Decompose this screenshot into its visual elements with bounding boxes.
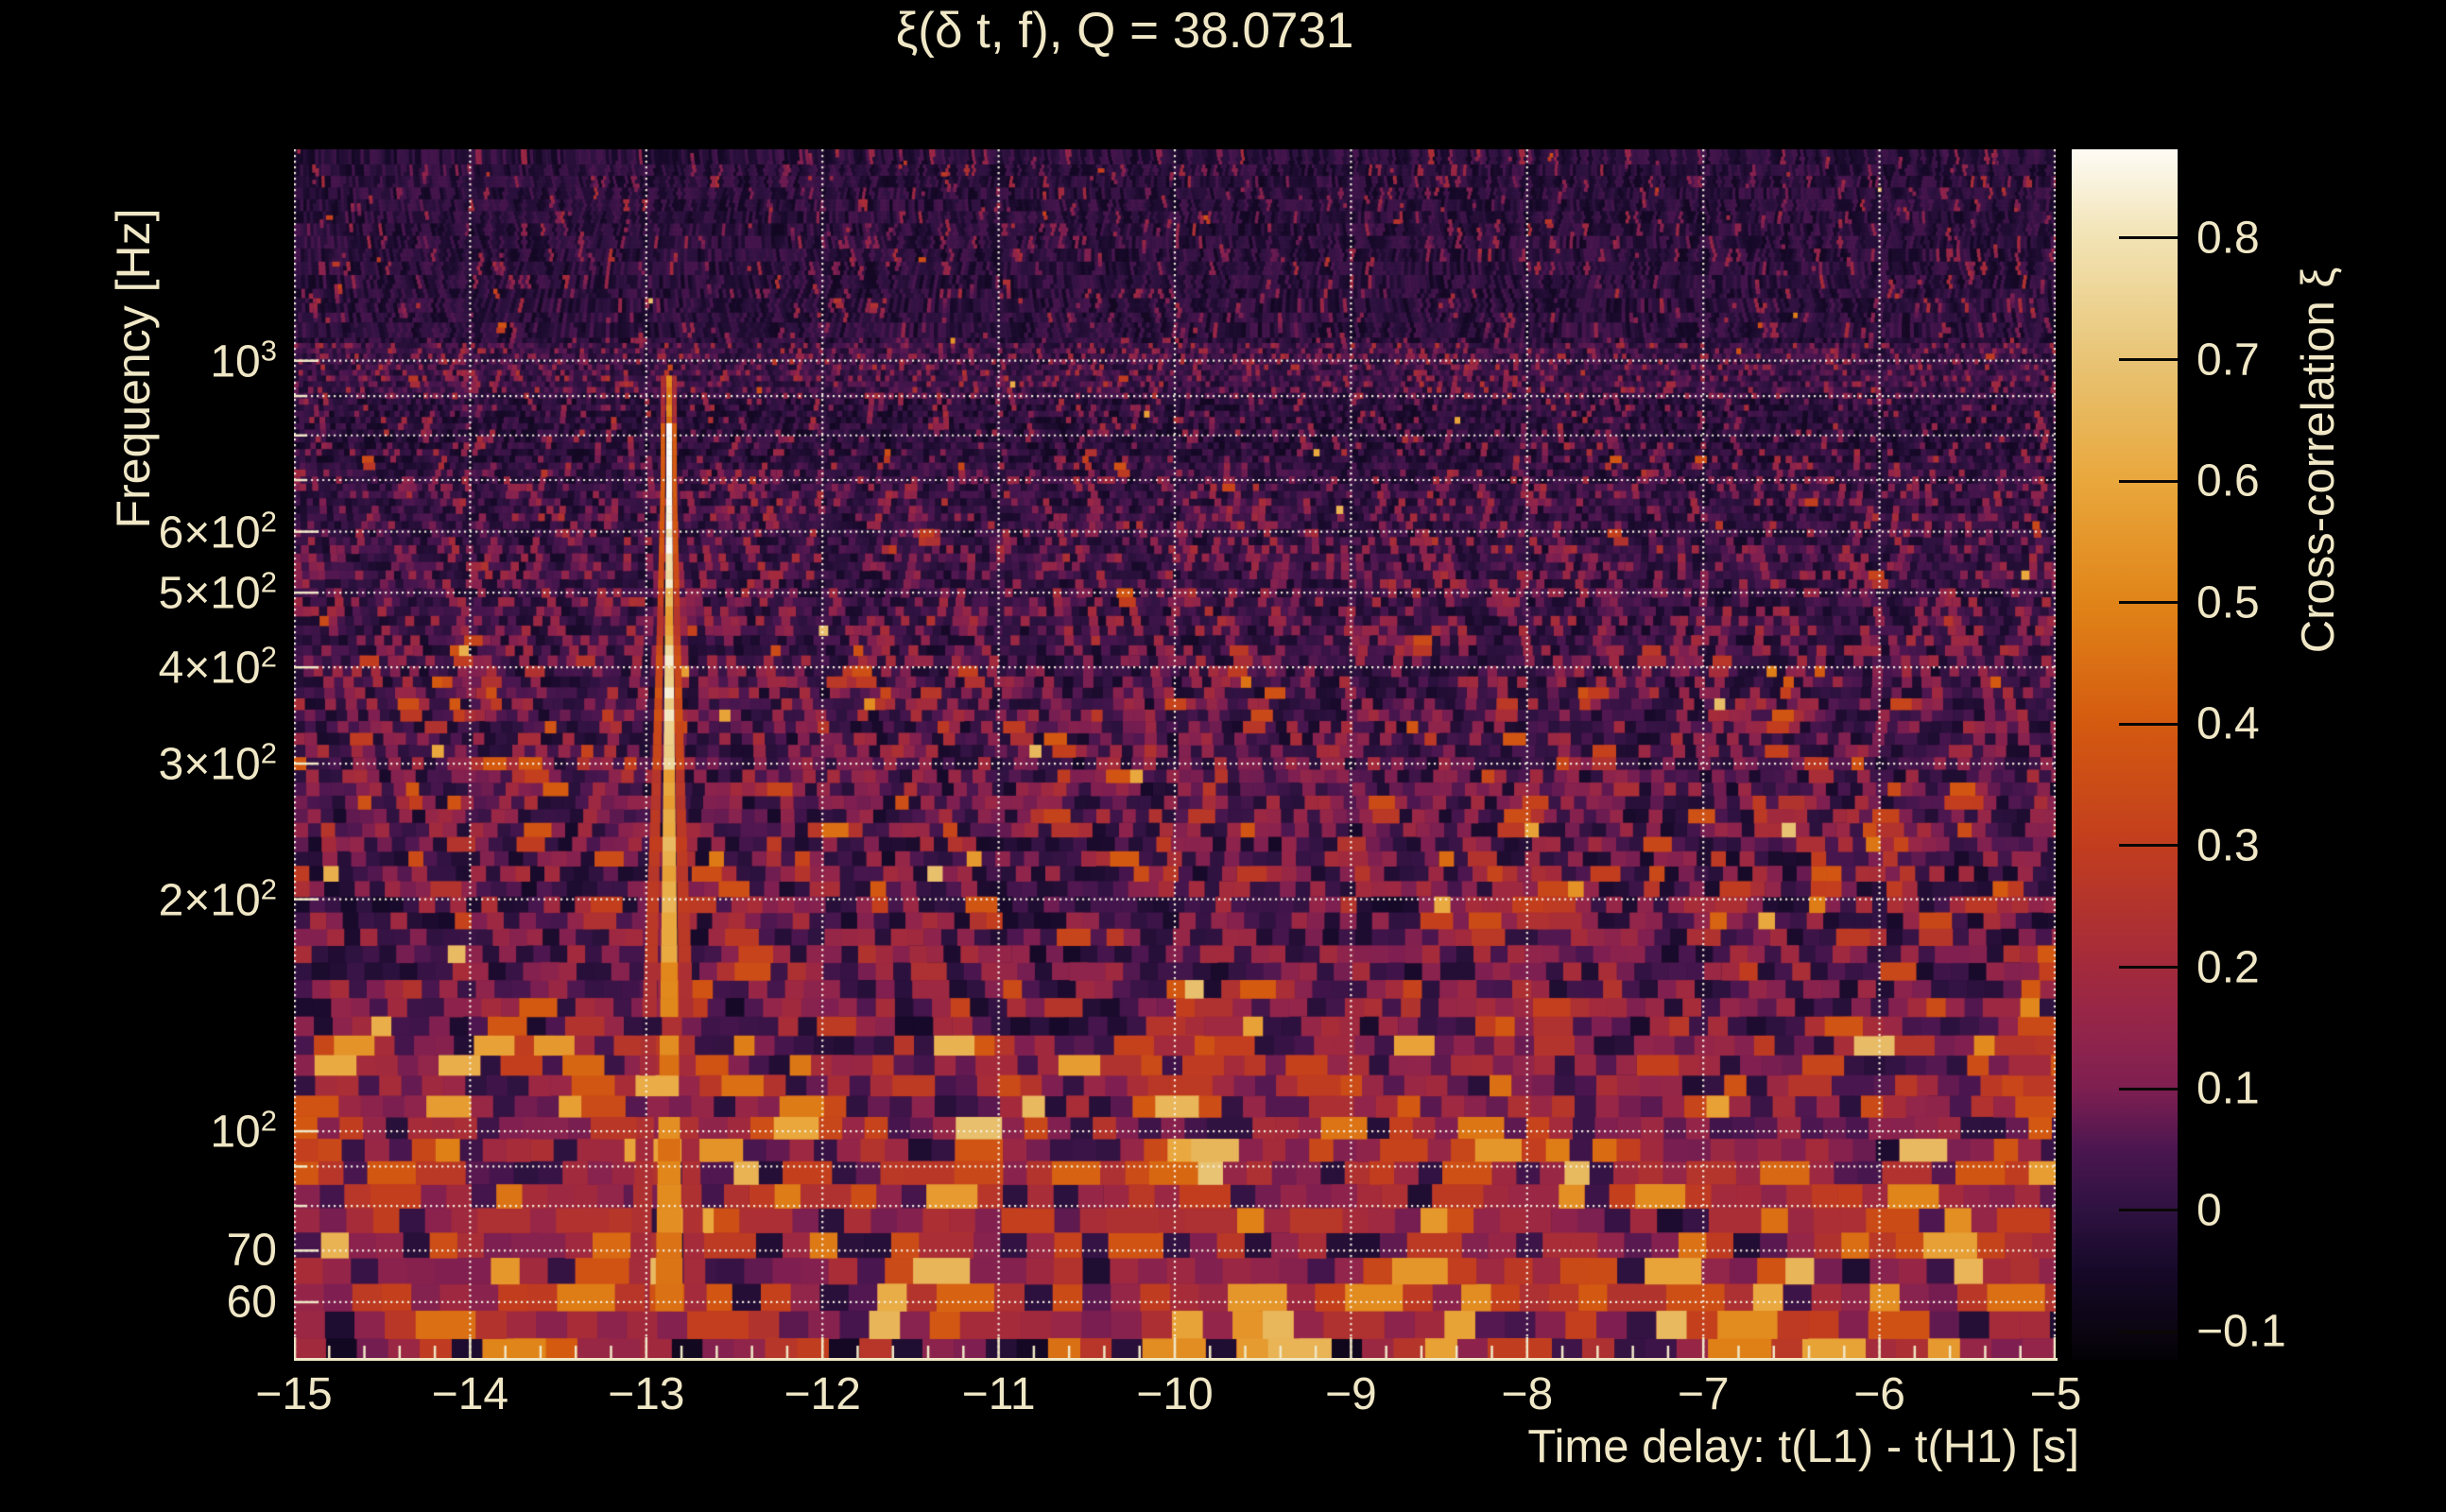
colorbar-tick-label: 0.3	[2196, 820, 2260, 871]
x-tick-label: −6	[1853, 1369, 1905, 1419]
y-tick-label: 4×102	[158, 640, 277, 694]
x-tick-label: −8	[1501, 1369, 1554, 1419]
x-tick-label: −15	[255, 1369, 333, 1419]
colorbar-tick-label: 0.8	[2196, 213, 2260, 264]
colorbar-tick-mark	[2119, 358, 2178, 361]
x-tick-label: −11	[961, 1369, 1036, 1419]
x-axis-line	[294, 1358, 2058, 1361]
colorbar-tick-label: 0	[2196, 1185, 2222, 1236]
x-tick-label: −7	[1677, 1369, 1730, 1419]
y-tick-label: 3×102	[158, 736, 277, 790]
colorbar-tick-mark	[2119, 1330, 2178, 1333]
colorbar-tick-label: 0.5	[2196, 577, 2260, 628]
colorbar-tick-mark	[2119, 966, 2178, 970]
colorbar-tick-label: −0.1	[2196, 1306, 2286, 1357]
y-tick-label: 103	[210, 334, 277, 387]
colorbar-tick-mark	[2119, 722, 2178, 726]
x-tick-label: −12	[784, 1369, 861, 1419]
colorbar-tick-label: 0.4	[2196, 698, 2260, 749]
colorbar-tick-mark	[2119, 479, 2178, 483]
colorbar-tick-mark	[2119, 236, 2178, 240]
y-tick-label: 70	[226, 1225, 277, 1276]
y-tick-label: 5×102	[158, 565, 277, 619]
figure-root: ξ(δ t, f), Q = 38.0731 Frequency [Hz] Ti…	[0, 0, 2446, 1512]
x-tick-label: −5	[2029, 1369, 2082, 1419]
colorbar-tick-label: 0.7	[2196, 335, 2260, 385]
y-tick-label: 102	[210, 1104, 277, 1158]
colorbar-tick-mark	[2119, 1087, 2178, 1091]
colorbar-tick-label: 0.2	[2196, 942, 2260, 993]
x-axis-title: Time delay: t(L1) - t(H1) [s]	[1527, 1421, 2079, 1472]
x-tick-label: −14	[431, 1369, 509, 1419]
colorbar-tick-mark	[2119, 844, 2178, 848]
y-tick-label: 2×102	[158, 872, 277, 926]
colorbar-tick-label: 0.6	[2196, 455, 2260, 507]
plot-title: ξ(δ t, f), Q = 38.0731	[895, 3, 1354, 59]
y-tick-label: 6×102	[158, 505, 277, 558]
colorbar-tick-label: 0.1	[2196, 1063, 2260, 1114]
colorbar-tick-mark	[2119, 1209, 2178, 1212]
colorbar	[2072, 149, 2178, 1360]
x-tick-label: −10	[1136, 1369, 1214, 1419]
x-tick-label: −9	[1325, 1369, 1377, 1419]
y-tick-label: 60	[226, 1277, 277, 1328]
x-tick-label: −13	[608, 1369, 685, 1419]
heatmap-canvas	[294, 149, 2056, 1360]
colorbar-tick-mark	[2119, 601, 2178, 605]
